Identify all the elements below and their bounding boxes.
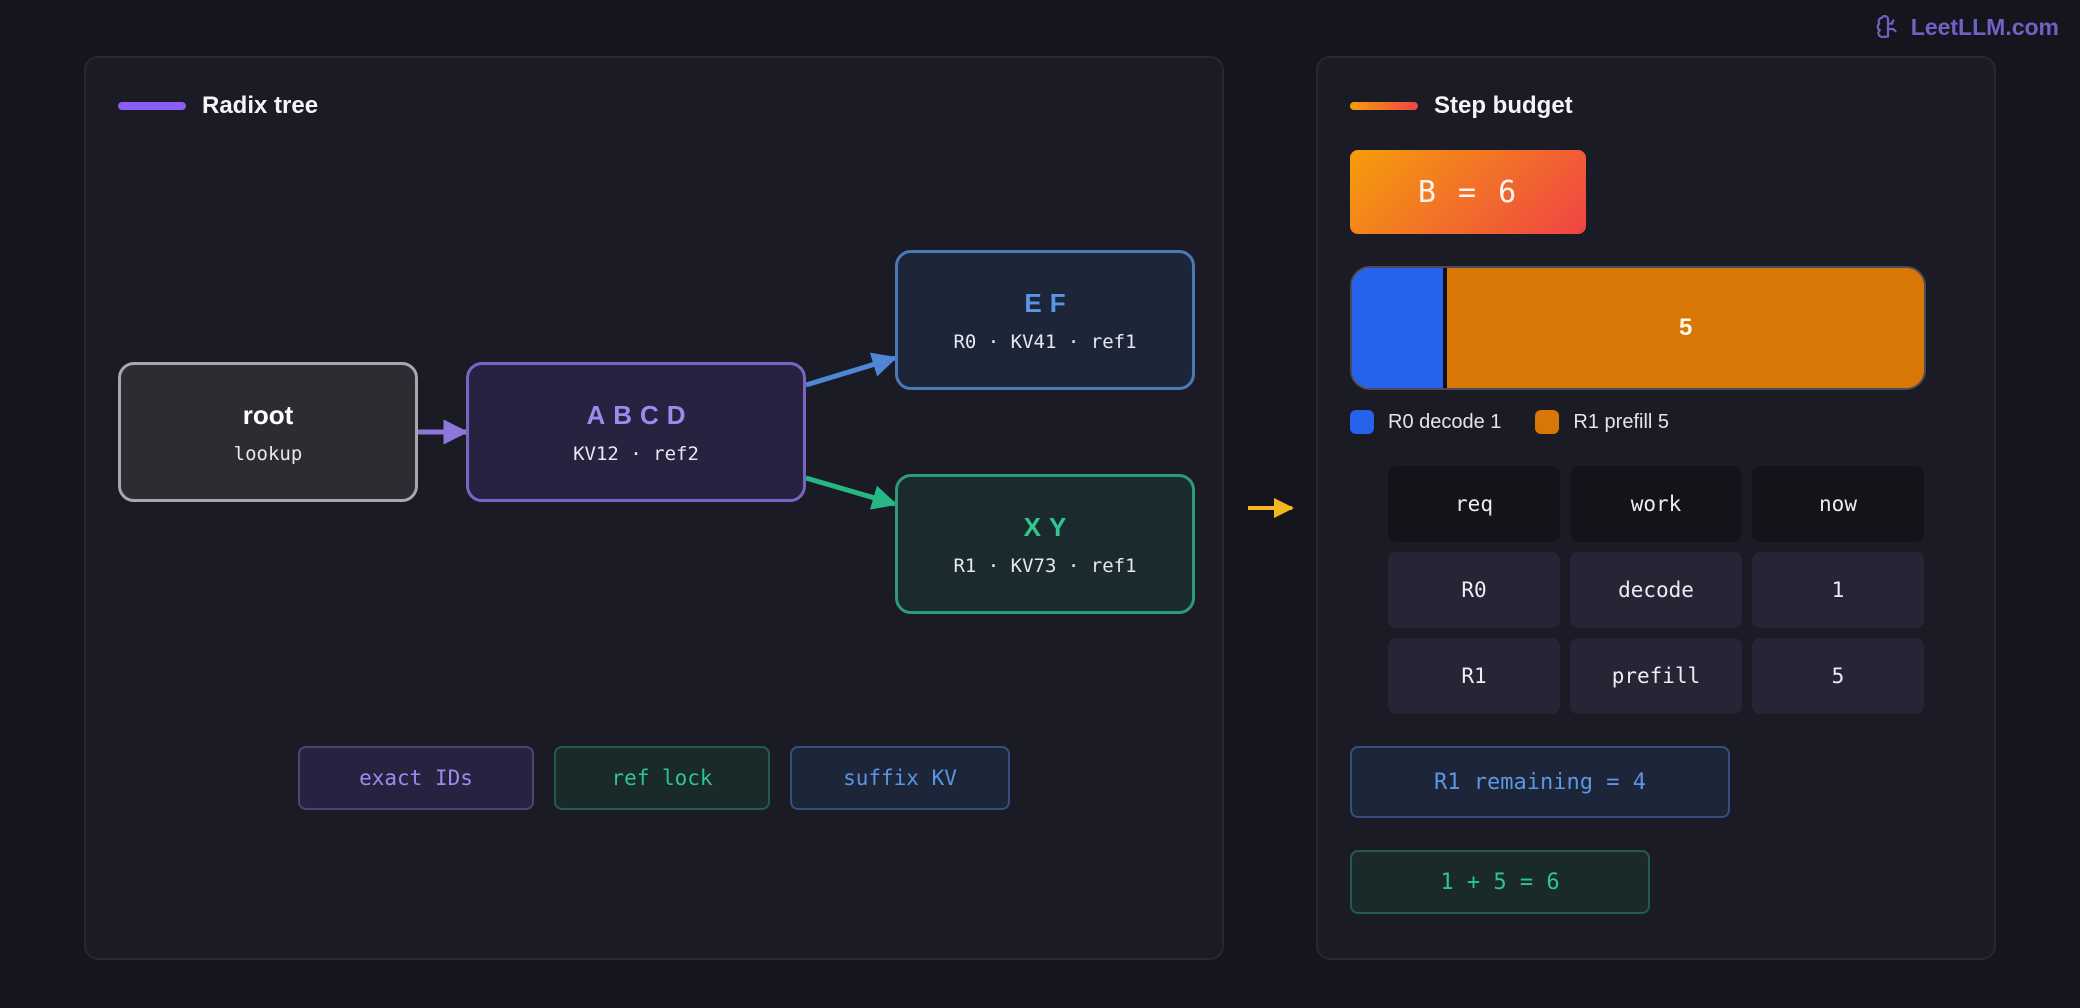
legend-label-r0: R0 decode 1 [1388,410,1502,433]
radix-tree-title: Radix tree [202,92,319,119]
radix-tree-accent-bar [118,102,186,110]
node-ef-sub: R0 · KV41 · ref1 [953,330,1137,353]
node-ef-title: EF [1024,287,1074,318]
tree-node-root: root lookup [118,362,418,502]
node-root-sub: lookup [233,442,303,465]
legend-label-r1: R1 prefill 5 [1573,410,1670,433]
legend-swatch-blue [1350,410,1374,434]
remaining-label: R1 remaining = 4 [1350,746,1730,818]
node-abcd-sub: KV12 · ref2 [573,442,699,465]
table-cell: decode [1570,552,1742,628]
tree-node-ef: EF R0 · KV41 · ref1 [895,250,1195,390]
budget-legend: R0 decode 1 R1 prefill 5 [1350,410,1669,434]
request-table: req work now R0 decode 1 R1 prefill 5 [1388,466,1924,714]
legend-swatch-orange [1535,410,1560,434]
node-xy-title: XY [1023,511,1075,542]
table-cell: R0 [1388,552,1560,628]
budget-bar: 5 [1350,266,1926,390]
node-abcd-title: ABCD [586,399,694,430]
tree-node-xy: XY R1 · KV73 · ref1 [895,474,1195,614]
table-header-cell: req [1388,466,1560,542]
bar-segment-r1-prefill: 5 [1447,268,1924,388]
tree-node-abcd: ABCD KV12 · ref2 [466,362,806,502]
table-cell: 1 [1752,552,1924,628]
table-cell: 5 [1752,638,1924,714]
step-budget-title: Step budget [1434,92,1573,119]
brain-icon [1876,14,1897,38]
node-xy-sub: R1 · KV73 · ref1 [953,554,1137,577]
node-root-title: root [242,399,294,430]
table-header-cell: work [1570,466,1742,542]
chip-ref-lock: ref lock [554,746,770,810]
legend-item-r0: R0 decode 1 [1350,410,1501,434]
budget-badge: B = 6 [1350,150,1586,234]
step-budget-header: Step budget [1350,92,1573,120]
table-cell: R1 [1388,638,1560,714]
chip-suffix-kv: suffix KV [790,746,1010,810]
radix-tree-header: Radix tree [118,92,318,120]
table-header-cell: now [1752,466,1924,542]
table-cell: prefill [1570,638,1742,714]
bar-segment-r0-decode [1352,268,1448,388]
brand-logo: LeetLLM.com [1875,14,2059,41]
brand-name[interactable]: LeetLLM.com [1911,14,2059,41]
chip-exact-ids: exact IDs [298,746,534,810]
step-budget-accent-bar [1350,102,1418,110]
legend-item-r1: R1 prefill 5 [1535,410,1669,434]
sum-label: 1 + 5 = 6 [1350,850,1650,914]
